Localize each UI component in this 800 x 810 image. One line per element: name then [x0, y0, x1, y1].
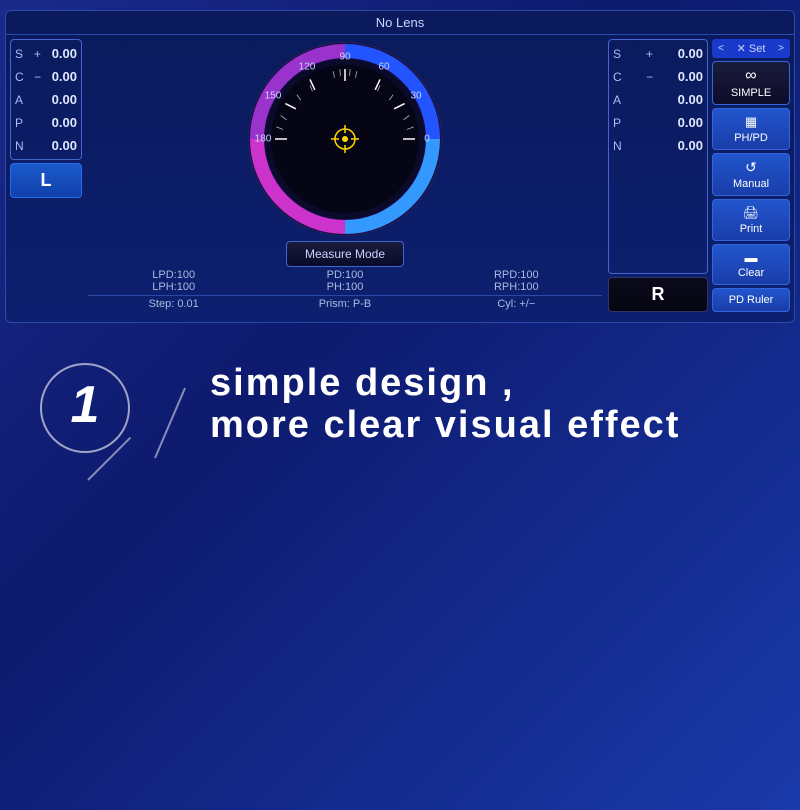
svg-text:90: 90: [339, 52, 351, 63]
printer-icon: 🖨: [743, 205, 760, 221]
manual-label: Manual: [733, 178, 769, 190]
grid-icon: ▦: [745, 114, 757, 130]
center-col: 180 150 120 90 60: [86, 39, 604, 312]
gauge-svg: 180 150 120 90 60: [245, 39, 445, 239]
ph-pd-button[interactable]: ▦ PH/PD: [712, 108, 790, 150]
svg-text:30: 30: [410, 91, 422, 102]
instrument-panel: No Lens S + 0.00 C − 0.00 A 0.00: [5, 10, 795, 323]
svg-text:150: 150: [265, 91, 282, 102]
left-panel: S + 0.00 C − 0.00 A 0.00 P 0.00: [10, 39, 82, 312]
simple-button[interactable]: ∞ SIMPLE: [712, 61, 790, 105]
right-row-c: C − 0.00: [613, 69, 703, 84]
left-values-box: S + 0.00 C − 0.00 A 0.00 P 0.00: [10, 39, 82, 160]
stats-row-2: LPH:100 PH:100 RPH:100: [88, 281, 602, 293]
stats-row-3: Step: 0.01 Prism: P-B Cyl: +/−: [88, 295, 602, 310]
svg-text:60: 60: [378, 62, 390, 73]
right-values-box: S + 0.00 C − 0.00 A 0.00 P 0.00: [608, 39, 708, 274]
clear-icon: ▬: [745, 250, 758, 265]
tagline-line2: more clear visual effect: [210, 405, 760, 447]
ph-pd-label: PH/PD: [734, 132, 768, 144]
gauge-container: 180 150 120 90 60: [245, 39, 445, 239]
number-one: 1: [71, 375, 100, 435]
l-button[interactable]: L: [10, 163, 82, 198]
left-row-c: C − 0.00: [15, 69, 77, 84]
left-row-s: S + 0.00: [15, 46, 77, 61]
print-button[interactable]: 🖨 Print: [712, 199, 790, 241]
chevron-left-icon[interactable]: <: [718, 43, 724, 54]
svg-text:180: 180: [255, 134, 272, 145]
refresh-icon: ↺: [745, 159, 757, 176]
tagline-line1: simple design ,: [210, 363, 760, 405]
set-bar[interactable]: < ✕ Set >: [712, 39, 790, 58]
stats-row-1: LPD:100 PD:100 RPD:100: [88, 269, 602, 281]
manual-button[interactable]: ↺ Manual: [712, 153, 790, 196]
print-label: Print: [740, 223, 763, 235]
right-row-n: N 0.00: [613, 138, 703, 153]
lower-text: simple design , more clear visual effect: [210, 353, 760, 447]
left-row-p: P 0.00: [15, 115, 77, 130]
set-label: ✕ Set: [737, 42, 766, 55]
clear-label: Clear: [738, 267, 764, 279]
left-row-a: A 0.00: [15, 92, 77, 107]
r-button[interactable]: R: [608, 277, 708, 312]
lower-section: 1 simple design , more clear visual effe…: [0, 323, 800, 483]
measure-mode-button[interactable]: Measure Mode: [286, 241, 404, 267]
left-row-n: N 0.00: [15, 138, 77, 153]
right-panel: S + 0.00 C − 0.00 A 0.00 P 0.00: [608, 39, 708, 312]
right-row-p: P 0.00: [613, 115, 703, 130]
slash-decoration: [150, 383, 190, 463]
clear-button[interactable]: ▬ Clear: [712, 244, 790, 285]
right-sidebar: < ✕ Set > ∞ SIMPLE ▦ PH/PD ↺ Manual 🖨 Pr…: [712, 39, 790, 312]
number-circle: 1: [40, 363, 130, 453]
stats-area: LPD:100 PD:100 RPD:100 LPH:100 PH:100 RP…: [86, 269, 604, 310]
infinity-icon: ∞: [745, 67, 756, 85]
right-row-a: A 0.00: [613, 92, 703, 107]
svg-text:0: 0: [424, 134, 430, 145]
simple-label: SIMPLE: [731, 87, 771, 99]
chevron-right-icon[interactable]: >: [778, 43, 784, 54]
pd-ruler-button[interactable]: PD Ruler: [712, 288, 790, 312]
panel-title: No Lens: [6, 11, 794, 35]
right-row-s: S + 0.00: [613, 46, 703, 61]
svg-text:120: 120: [299, 62, 316, 73]
